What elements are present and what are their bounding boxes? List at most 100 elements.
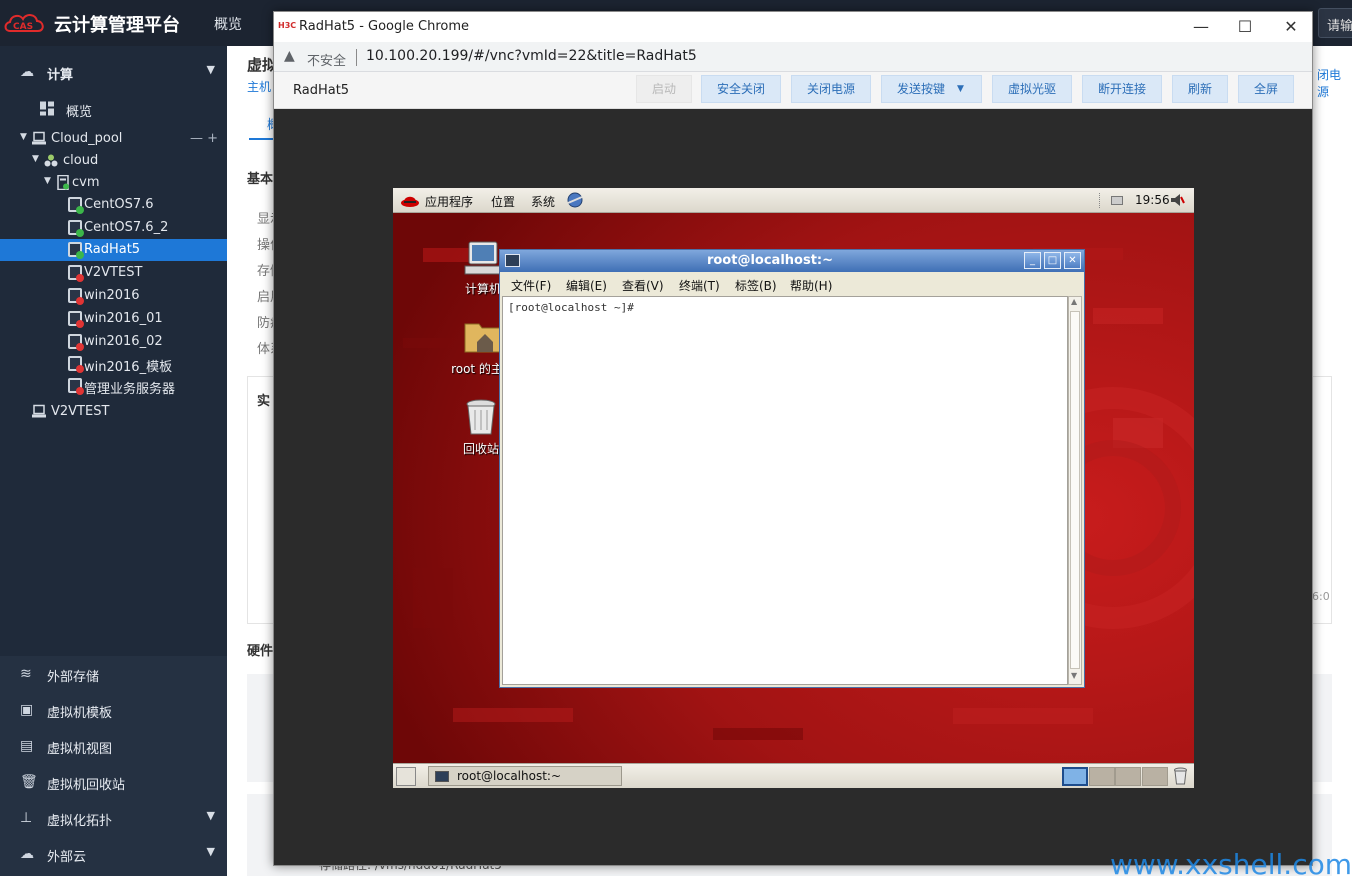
sidebar-item-external-cloud[interactable]: ☁ 外部云 ▼ (0, 836, 227, 872)
sidebar-bottom-menu: ≋ 外部存储 ▣ 虚拟机模板 ▤ 虚拟机视图 🗑 虚拟机回收站 ⊥ 虚拟化拓扑 … (0, 656, 227, 876)
power-off-button[interactable]: 关闭电源 (791, 75, 871, 103)
virtual-cdrom-button[interactable]: 虚拟光驱 (992, 75, 1072, 103)
fullscreen-button[interactable]: 全屏 (1238, 75, 1294, 103)
sidebar-item-compute[interactable]: ☁ 计算 ▼ (0, 54, 227, 90)
sidebar-item-vm-template[interactable]: ▣ 虚拟机模板 (0, 692, 227, 728)
tree-vm-row[interactable]: win2016_模板 (0, 353, 227, 375)
maximize-icon[interactable]: ☐ (1230, 16, 1260, 38)
safe-shutdown-button[interactable]: 安全关闭 (701, 75, 781, 103)
tree-vm-row[interactable]: win2016 (0, 285, 227, 307)
sidebar-item-topology[interactable]: ⊥ 虚拟化拓扑 ▼ (0, 800, 227, 836)
panel-clock[interactable]: 19:56 (1135, 193, 1170, 207)
terminal-scrollbar[interactable]: ▲ ▼ (1068, 296, 1082, 685)
sidebar-item-label: 外部云 (47, 850, 87, 865)
tree-vm-row[interactable]: CentOS7.6_2 (0, 217, 227, 239)
taskbar-item-terminal[interactable]: root@localhost:~ (428, 766, 622, 786)
pool-label: Cloud_pool (51, 131, 123, 146)
vm-label: CentOS7.6 (84, 197, 154, 212)
terminal-body[interactable]: [root@localhost ~]# (502, 296, 1068, 685)
workspace-3[interactable] (1115, 767, 1141, 786)
breadcrumb[interactable]: 主机 (247, 78, 271, 95)
address-bar[interactable]: ▲ 不安全 10.100.20.199/#/vnc?vmId=22&title=… (274, 42, 1312, 72)
menu-help[interactable]: 帮助(H) (790, 277, 832, 294)
vm-icon (68, 378, 84, 395)
menu-terminal[interactable]: 终端(T) (679, 277, 720, 294)
tree-node-cluster[interactable]: ▼ cloud (0, 150, 227, 172)
keyboard-icon[interactable] (1111, 196, 1123, 205)
tree-node-host[interactable]: ▼ cvm (0, 172, 227, 194)
power-off-link[interactable]: 闭电源 (1317, 66, 1352, 100)
vm-icon (68, 334, 84, 351)
tree-vm-row[interactable]: win2016_01 (0, 308, 227, 330)
vm-label: RadHat5 (84, 242, 141, 257)
menu-system[interactable]: 系统 (531, 193, 555, 210)
top-search-input[interactable]: 请输 (1318, 8, 1352, 38)
menu-tabs[interactable]: 标签(B) (735, 277, 777, 294)
menu-applications[interactable]: 应用程序 (425, 193, 473, 210)
scroll-down-icon[interactable]: ▼ (1071, 671, 1077, 680)
close-icon[interactable]: ✕ (1064, 252, 1081, 269)
menu-places[interactable]: 位置 (491, 193, 515, 210)
tree-node-pool[interactable]: ▼ Cloud_pool — + (0, 128, 227, 150)
caret-down-icon: ▼ (957, 84, 964, 94)
send-keys-label: 发送按键 (897, 82, 946, 96)
volume-icon[interactable] (1169, 191, 1185, 209)
section-basic-title: 基本 (247, 172, 274, 187)
cluster-label: cloud (63, 153, 99, 168)
sidebar-item-vm-recycle[interactable]: 🗑 虚拟机回收站 (0, 764, 227, 800)
minimize-icon[interactable]: — (1186, 16, 1216, 38)
sidebar-compute-label: 计算 (47, 68, 74, 83)
tree-vm-row[interactable]: V2VTEST (0, 262, 227, 284)
caret-down-icon[interactable]: ▼ (20, 132, 27, 142)
tree-vm-row[interactable]: 管理业务服务器 (0, 375, 227, 397)
host-label: V2VTEST (51, 404, 110, 419)
show-desktop-icon[interactable] (396, 767, 416, 786)
vnc-viewport[interactable]: 应用程序 位置 系统 19:56 计算机 root 的主文 回收站 root@l… (274, 109, 1312, 865)
nav-overview[interactable]: 概览 (214, 14, 242, 34)
workspace-4[interactable] (1142, 767, 1168, 786)
start-button[interactable]: 启动 (636, 75, 692, 103)
tree-vm-row[interactable]: CentOS7.6 (0, 194, 227, 216)
section-realtime-title: 实 (257, 394, 271, 409)
refresh-button[interactable]: 刷新 (1172, 75, 1228, 103)
caret-down-icon[interactable]: ▼ (44, 176, 51, 186)
terminal-titlebar[interactable]: root@localhost:~ _ □ ✕ (500, 250, 1084, 272)
disconnect-button[interactable]: 断开连接 (1082, 75, 1162, 103)
menu-edit[interactable]: 编辑(E) (566, 277, 607, 294)
terminal-window[interactable]: root@localhost:~ _ □ ✕ 文件(F) 编辑(E) 查看(V)… (499, 249, 1085, 688)
template-icon: ▣ (20, 702, 34, 718)
trash-applet-icon[interactable] (1173, 767, 1188, 785)
sidebar-item-vm-view[interactable]: ▤ 虚拟机视图 (0, 728, 227, 764)
sidebar-item-overview[interactable]: 概览 (0, 98, 227, 120)
menu-file[interactable]: 文件(F) (511, 277, 551, 294)
host-pool-icon (32, 404, 46, 418)
chrome-titlebar[interactable]: H3C RadHat5 - Google Chrome — ☐ ✕ (274, 12, 1312, 42)
send-keys-dropdown[interactable]: 发送按键 ▼ (881, 75, 982, 103)
insecure-label[interactable]: 不安全 (307, 50, 346, 69)
sidebar-item-external-storage[interactable]: ≋ 外部存储 (0, 656, 227, 692)
menu-view[interactable]: 查看(V) (622, 277, 664, 294)
redhat-logo-icon[interactable] (401, 192, 419, 208)
tree-vm-row[interactable]: win2016_02 (0, 331, 227, 353)
browser-launcher-icon[interactable] (565, 191, 585, 209)
workspace-2[interactable] (1089, 767, 1115, 786)
grid-icon (40, 101, 54, 116)
tree-vm-row-selected[interactable]: RadHat5 (0, 239, 227, 261)
workspace-1[interactable] (1062, 767, 1088, 786)
minimize-icon[interactable]: _ (1024, 252, 1041, 269)
pool-actions[interactable]: — + (190, 131, 218, 146)
chart-axis-fragment: 6:0 (1312, 590, 1330, 603)
url-text[interactable]: 10.100.20.199/#/vnc?vmId=22&title=RadHat… (366, 48, 697, 64)
warning-icon[interactable]: ▲ (284, 48, 295, 64)
database-icon: ≋ (20, 666, 32, 682)
remote-desktop[interactable]: 应用程序 位置 系统 19:56 计算机 root 的主文 回收站 root@l… (393, 188, 1194, 788)
computer-icon (464, 241, 502, 275)
scrollbar-thumb[interactable] (1070, 311, 1080, 669)
tree-node-host-v2vtest[interactable]: V2VTEST (0, 401, 227, 423)
maximize-icon[interactable]: □ (1044, 252, 1061, 269)
caret-down-icon[interactable]: ▼ (32, 154, 39, 164)
desktop-icon-label: 计算机 (464, 282, 501, 296)
close-icon[interactable]: ✕ (1276, 16, 1306, 38)
scroll-up-icon[interactable]: ▲ (1071, 297, 1077, 306)
vm-label: CentOS7.6_2 (84, 220, 169, 235)
